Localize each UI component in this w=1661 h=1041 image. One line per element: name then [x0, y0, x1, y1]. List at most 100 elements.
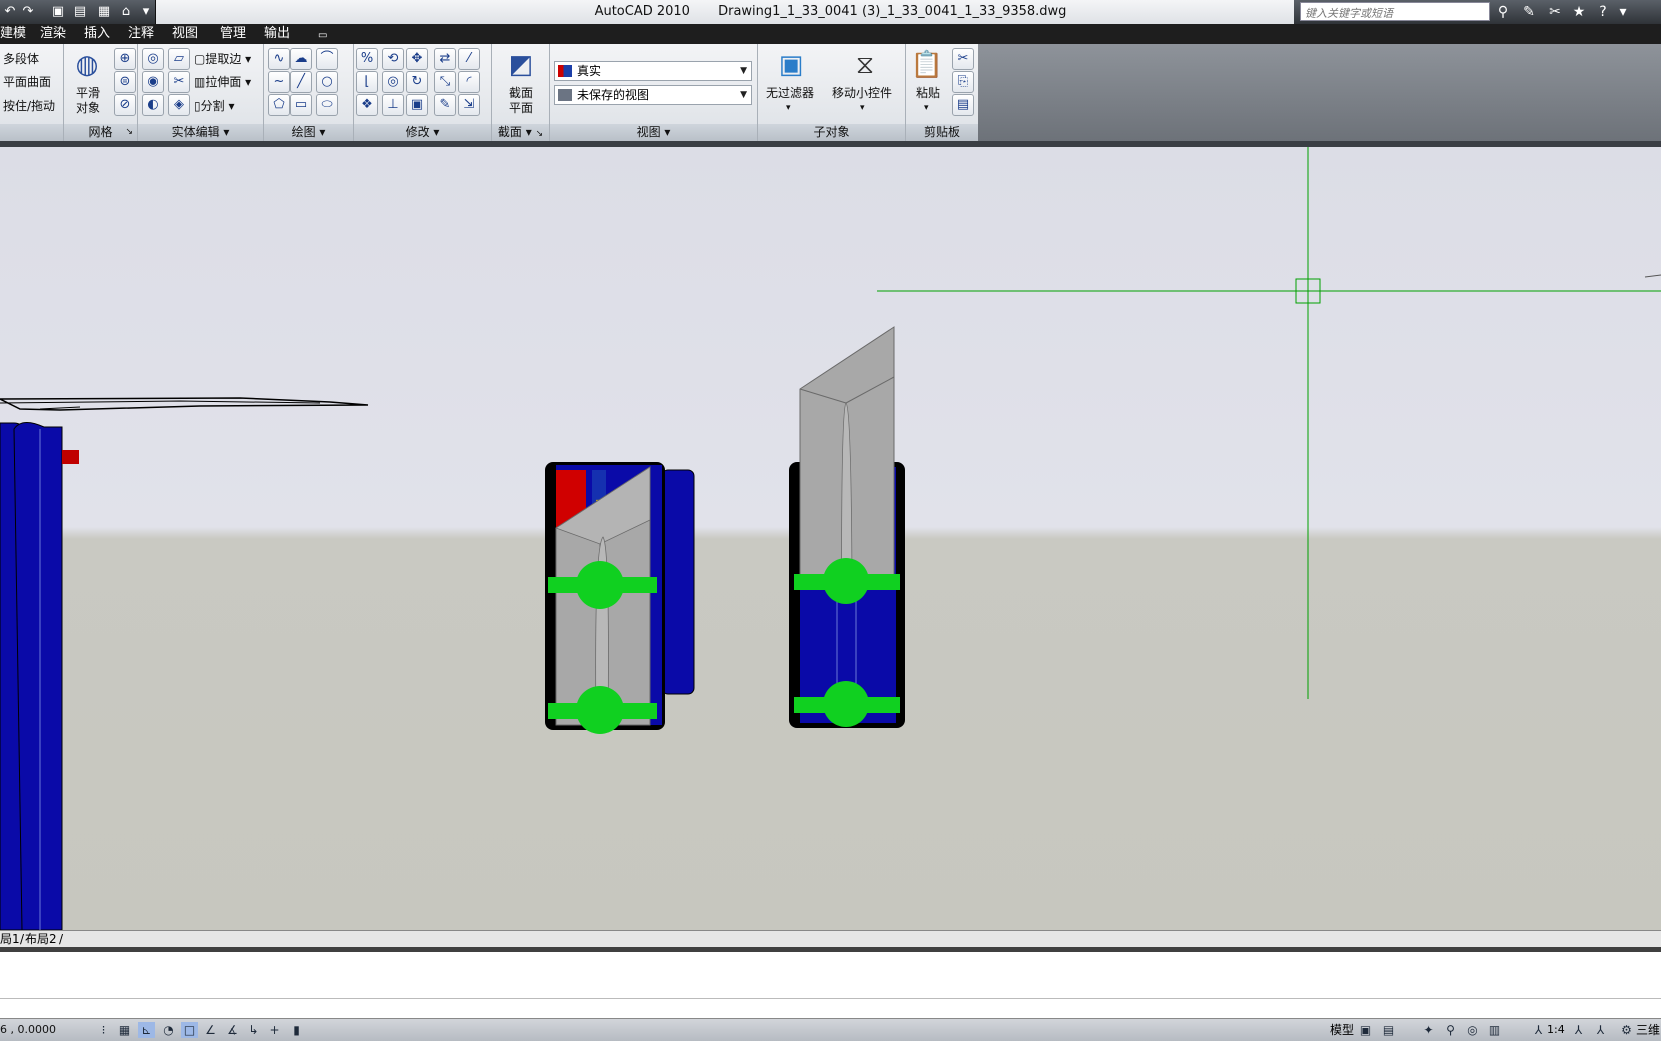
- smooth-object-icon[interactable]: ◍: [70, 48, 104, 82]
- layout2-icon[interactable]: ▤: [1380, 1022, 1397, 1038]
- offset-icon[interactable]: ▣: [406, 94, 428, 116]
- binoculars-icon[interactable]: ⚲: [1494, 4, 1512, 20]
- no-filter-icon[interactable]: ▣: [774, 48, 808, 82]
- helix-icon[interactable]: ∿: [268, 48, 290, 70]
- 3d-osnap-icon[interactable]: ∠: [202, 1022, 219, 1038]
- zoom-icon[interactable]: ⚲: [1442, 1022, 1459, 1038]
- 3d-rotate-icon[interactable]: ⟲: [382, 48, 404, 70]
- favorites-icon[interactable]: ★: [1570, 4, 1588, 20]
- workspace-gear-icon[interactable]: ⚙: [1618, 1022, 1635, 1038]
- panel-section-title[interactable]: 截面 ▾ ↘: [492, 124, 549, 141]
- model-button[interactable]: 模型: [1330, 1022, 1354, 1038]
- thicken-icon[interactable]: ◈: [168, 94, 190, 116]
- cut-icon[interactable]: ✂: [952, 48, 974, 70]
- subtract-icon[interactable]: ◉: [142, 71, 164, 93]
- rectangle-icon[interactable]: ▭: [290, 94, 312, 116]
- separate-button[interactable]: ▯分割 ▾: [194, 99, 234, 113]
- left-blue-object[interactable]: [0, 397, 369, 930]
- scale-icon[interactable]: ⤡: [434, 71, 456, 93]
- union-icon[interactable]: ◎: [142, 48, 164, 70]
- move-gizmo-button[interactable]: 移动小控件: [832, 86, 892, 100]
- circle-icon[interactable]: ○: [316, 71, 338, 93]
- grid-icon[interactable]: ▦: [116, 1022, 133, 1038]
- section-plane-icon[interactable]: ◩: [504, 48, 538, 82]
- planar-surface-button[interactable]: 平面曲面: [3, 75, 51, 89]
- right-object[interactable]: [789, 326, 905, 728]
- tab-output[interactable]: 输出: [264, 26, 290, 42]
- infer-constraints-icon[interactable]: ⁝: [95, 1022, 112, 1038]
- drawing-viewport[interactable]: MM: [0, 147, 1661, 930]
- line-icon[interactable]: ╱: [290, 71, 312, 93]
- annotation-visibility-icon[interactable]: ⅄: [1570, 1022, 1587, 1038]
- chevron-down-icon[interactable]: ▾: [860, 101, 865, 115]
- align-icon[interactable]: ⇄: [434, 48, 456, 70]
- polar-icon[interactable]: ◔: [160, 1022, 177, 1038]
- spline-icon[interactable]: ~: [268, 71, 290, 93]
- presspull-button[interactable]: 按住/拖动: [3, 99, 55, 113]
- move-gizmo-icon[interactable]: ⧖: [848, 48, 882, 82]
- 3d-mirror-icon[interactable]: ⊥: [382, 94, 404, 116]
- orbit-icon[interactable]: ◎: [1464, 1022, 1481, 1038]
- ortho-icon[interactable]: ⊾: [138, 1022, 155, 1038]
- modify-percent-icon[interactable]: %: [356, 48, 378, 70]
- mesh-refine-icon[interactable]: ⊕: [114, 48, 136, 70]
- layout-icon[interactable]: ▣: [1357, 1022, 1374, 1038]
- extract-edges-button[interactable]: ▢提取边 ▾: [194, 52, 251, 66]
- panel-solid-editing-title[interactable]: 实体编辑 ▾: [138, 124, 263, 141]
- tab-insert[interactable]: 插入: [84, 26, 110, 42]
- paste-button[interactable]: 粘贴: [916, 86, 940, 100]
- communication-icon[interactable]: ✂: [1546, 4, 1564, 20]
- osnap-icon[interactable]: □: [181, 1022, 198, 1038]
- shell-icon[interactable]: ◎: [382, 71, 404, 93]
- slice-icon[interactable]: ✂: [168, 71, 190, 93]
- copy-icon[interactable]: ⎘: [952, 71, 974, 93]
- visual-style-dropdown[interactable]: 真实 ▼: [554, 61, 752, 81]
- auto-scale-icon[interactable]: ⅄: [1592, 1022, 1609, 1038]
- annotation-scale-icon[interactable]: ⅄: [1530, 1022, 1547, 1038]
- tab-layout2[interactable]: 布局2: [25, 931, 57, 947]
- tab-annotate[interactable]: 注释: [128, 26, 154, 42]
- panel-modify-title[interactable]: 修改 ▾: [354, 124, 491, 141]
- rotate-icon[interactable]: ↻: [406, 71, 428, 93]
- tab-modeling[interactable]: 建模: [0, 26, 26, 42]
- 3d-move-icon[interactable]: ✥: [406, 48, 428, 70]
- ribbon-minimize-icon[interactable]: ▭: [318, 28, 327, 44]
- tab-manage[interactable]: 管理: [220, 26, 246, 42]
- tab-layout1[interactable]: 局1: [0, 931, 20, 947]
- tab-render[interactable]: 渲染: [40, 26, 66, 42]
- otrack-icon[interactable]: ∡: [224, 1022, 241, 1038]
- match-properties-icon[interactable]: ✎: [434, 94, 456, 116]
- paste-icon[interactable]: 📋: [910, 48, 944, 82]
- 3d-array-icon[interactable]: ❖: [356, 94, 378, 116]
- paste-special-icon[interactable]: ▤: [952, 94, 974, 116]
- mesh-crease-icon[interactable]: ⊜: [114, 71, 136, 93]
- steering-wheel-icon[interactable]: ✦: [1420, 1022, 1437, 1038]
- tab-view[interactable]: 视图: [172, 26, 198, 42]
- break-icon[interactable]: ⁄: [458, 48, 480, 70]
- fillet-edge-icon[interactable]: ⌊: [356, 71, 378, 93]
- search-input[interactable]: 键入关键字或短语: [1300, 2, 1490, 21]
- intersect-icon[interactable]: ◐: [142, 94, 164, 116]
- annotation-scale[interactable]: 1:4: [1547, 1022, 1565, 1038]
- chevron-down-icon[interactable]: ▾: [1614, 4, 1632, 20]
- showmotion-icon[interactable]: ▥: [1486, 1022, 1503, 1038]
- polysolid-button[interactable]: 多段体: [3, 52, 39, 66]
- dyn-icon[interactable]: +: [266, 1022, 283, 1038]
- extrude-faces-button[interactable]: ▥拉伸面 ▾: [194, 75, 251, 89]
- workspace-label[interactable]: 三维: [1636, 1022, 1660, 1038]
- mesh-uncrease-icon[interactable]: ⊘: [114, 94, 136, 116]
- help-icon[interactable]: ?: [1594, 4, 1612, 20]
- arc-icon[interactable]: ⌒: [316, 48, 338, 70]
- polygon-icon[interactable]: ⬠: [268, 94, 290, 116]
- saved-view-dropdown[interactable]: 未保存的视图 ▼: [554, 85, 752, 105]
- ducs-icon[interactable]: ↳: [245, 1022, 262, 1038]
- ellipse-icon[interactable]: ⬭: [316, 94, 338, 116]
- lineweight-icon[interactable]: ▮: [288, 1022, 305, 1038]
- no-filter-button[interactable]: 无过滤器: [766, 86, 814, 100]
- interfere-icon[interactable]: ▱: [168, 48, 190, 70]
- revcloud-icon[interactable]: ☁: [290, 48, 312, 70]
- stretch-icon[interactable]: ⇲: [458, 94, 480, 116]
- panel-draw-title[interactable]: 绘图 ▾: [264, 124, 353, 141]
- chevron-down-icon[interactable]: ▾: [786, 101, 791, 115]
- middle-object[interactable]: MM: [545, 462, 695, 734]
